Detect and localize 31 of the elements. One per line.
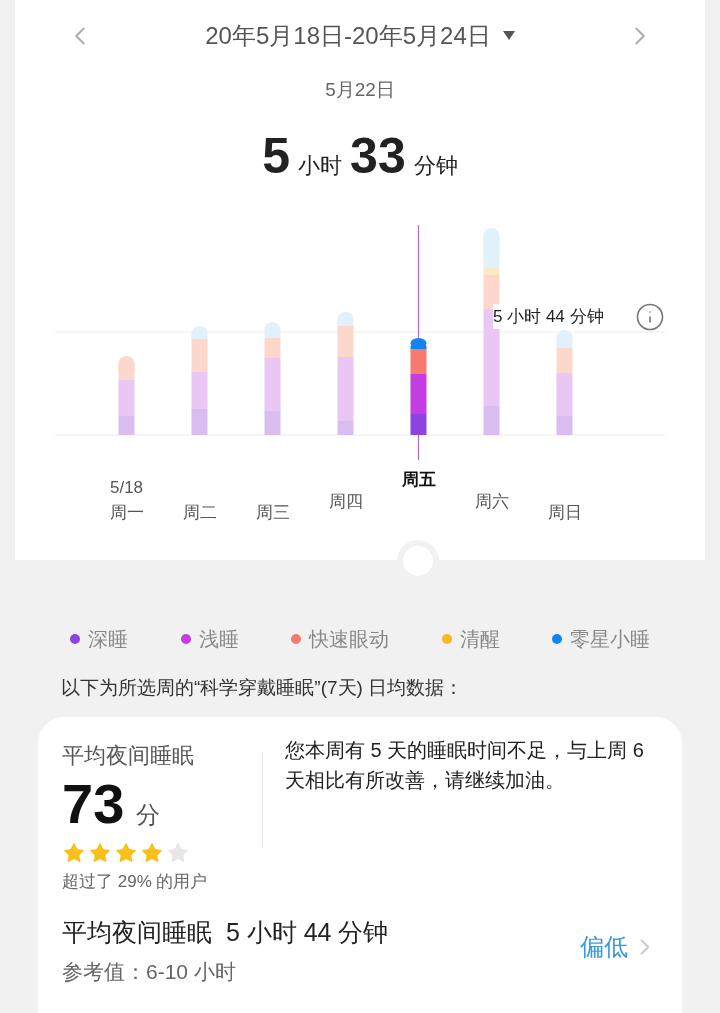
legend-label: 浅睡 bbox=[198, 627, 239, 652]
day-date: 5/18 bbox=[109, 476, 144, 499]
caption: 以下为所选周的“科学穿戴睡眠”(7天) 日均数据： bbox=[61, 676, 465, 700]
reference-label: 5 小时 44 分钟 bbox=[493, 303, 604, 329]
day-tab[interactable]: 周日 bbox=[547, 500, 582, 526]
star-icon bbox=[88, 840, 112, 865]
day-tab[interactable]: 周三 bbox=[255, 500, 290, 526]
legend-label: 清醒 bbox=[459, 627, 500, 652]
legend-label: 快速眼动 bbox=[309, 627, 389, 652]
average-sleep: 平均夜间睡眠 5 小时 44 分钟 bbox=[62, 917, 389, 948]
sleep-duration: 5 小时 33 分钟 bbox=[262, 130, 458, 182]
star-icon bbox=[140, 840, 164, 865]
percentile-text: 超过了 29% 的用户 bbox=[62, 870, 209, 893]
star-icon bbox=[114, 840, 138, 865]
star-icon bbox=[166, 840, 190, 865]
score-title: 平均夜间睡眠 bbox=[62, 741, 195, 770]
date-range-selector[interactable]: 20年5月18日-20年5月24日 bbox=[205, 18, 515, 54]
day-tab[interactable]: 周一 bbox=[109, 500, 144, 526]
day-tab[interactable]: 周六 bbox=[474, 489, 509, 515]
sleep-score: 73 分 bbox=[62, 775, 162, 833]
day-tab[interactable]: 周五 bbox=[401, 467, 436, 493]
sleep-message: 您本周有 5 天的睡眠时间不足，与上周 6 天相比有所改善，请继续加油。 bbox=[285, 737, 645, 793]
day-tab[interactable]: 周四 bbox=[328, 489, 363, 515]
reference-range: 参考值：6-10 小时 bbox=[62, 958, 237, 985]
dropdown-icon bbox=[502, 31, 515, 41]
info-icon[interactable] bbox=[635, 301, 665, 332]
selected-date: 5月22日 bbox=[325, 78, 395, 102]
star-icon bbox=[62, 840, 86, 865]
day-tab[interactable]: 周二 bbox=[182, 500, 217, 526]
legend-label: 深睡 bbox=[88, 627, 128, 652]
legend-label: 零星小睡 bbox=[570, 627, 650, 652]
